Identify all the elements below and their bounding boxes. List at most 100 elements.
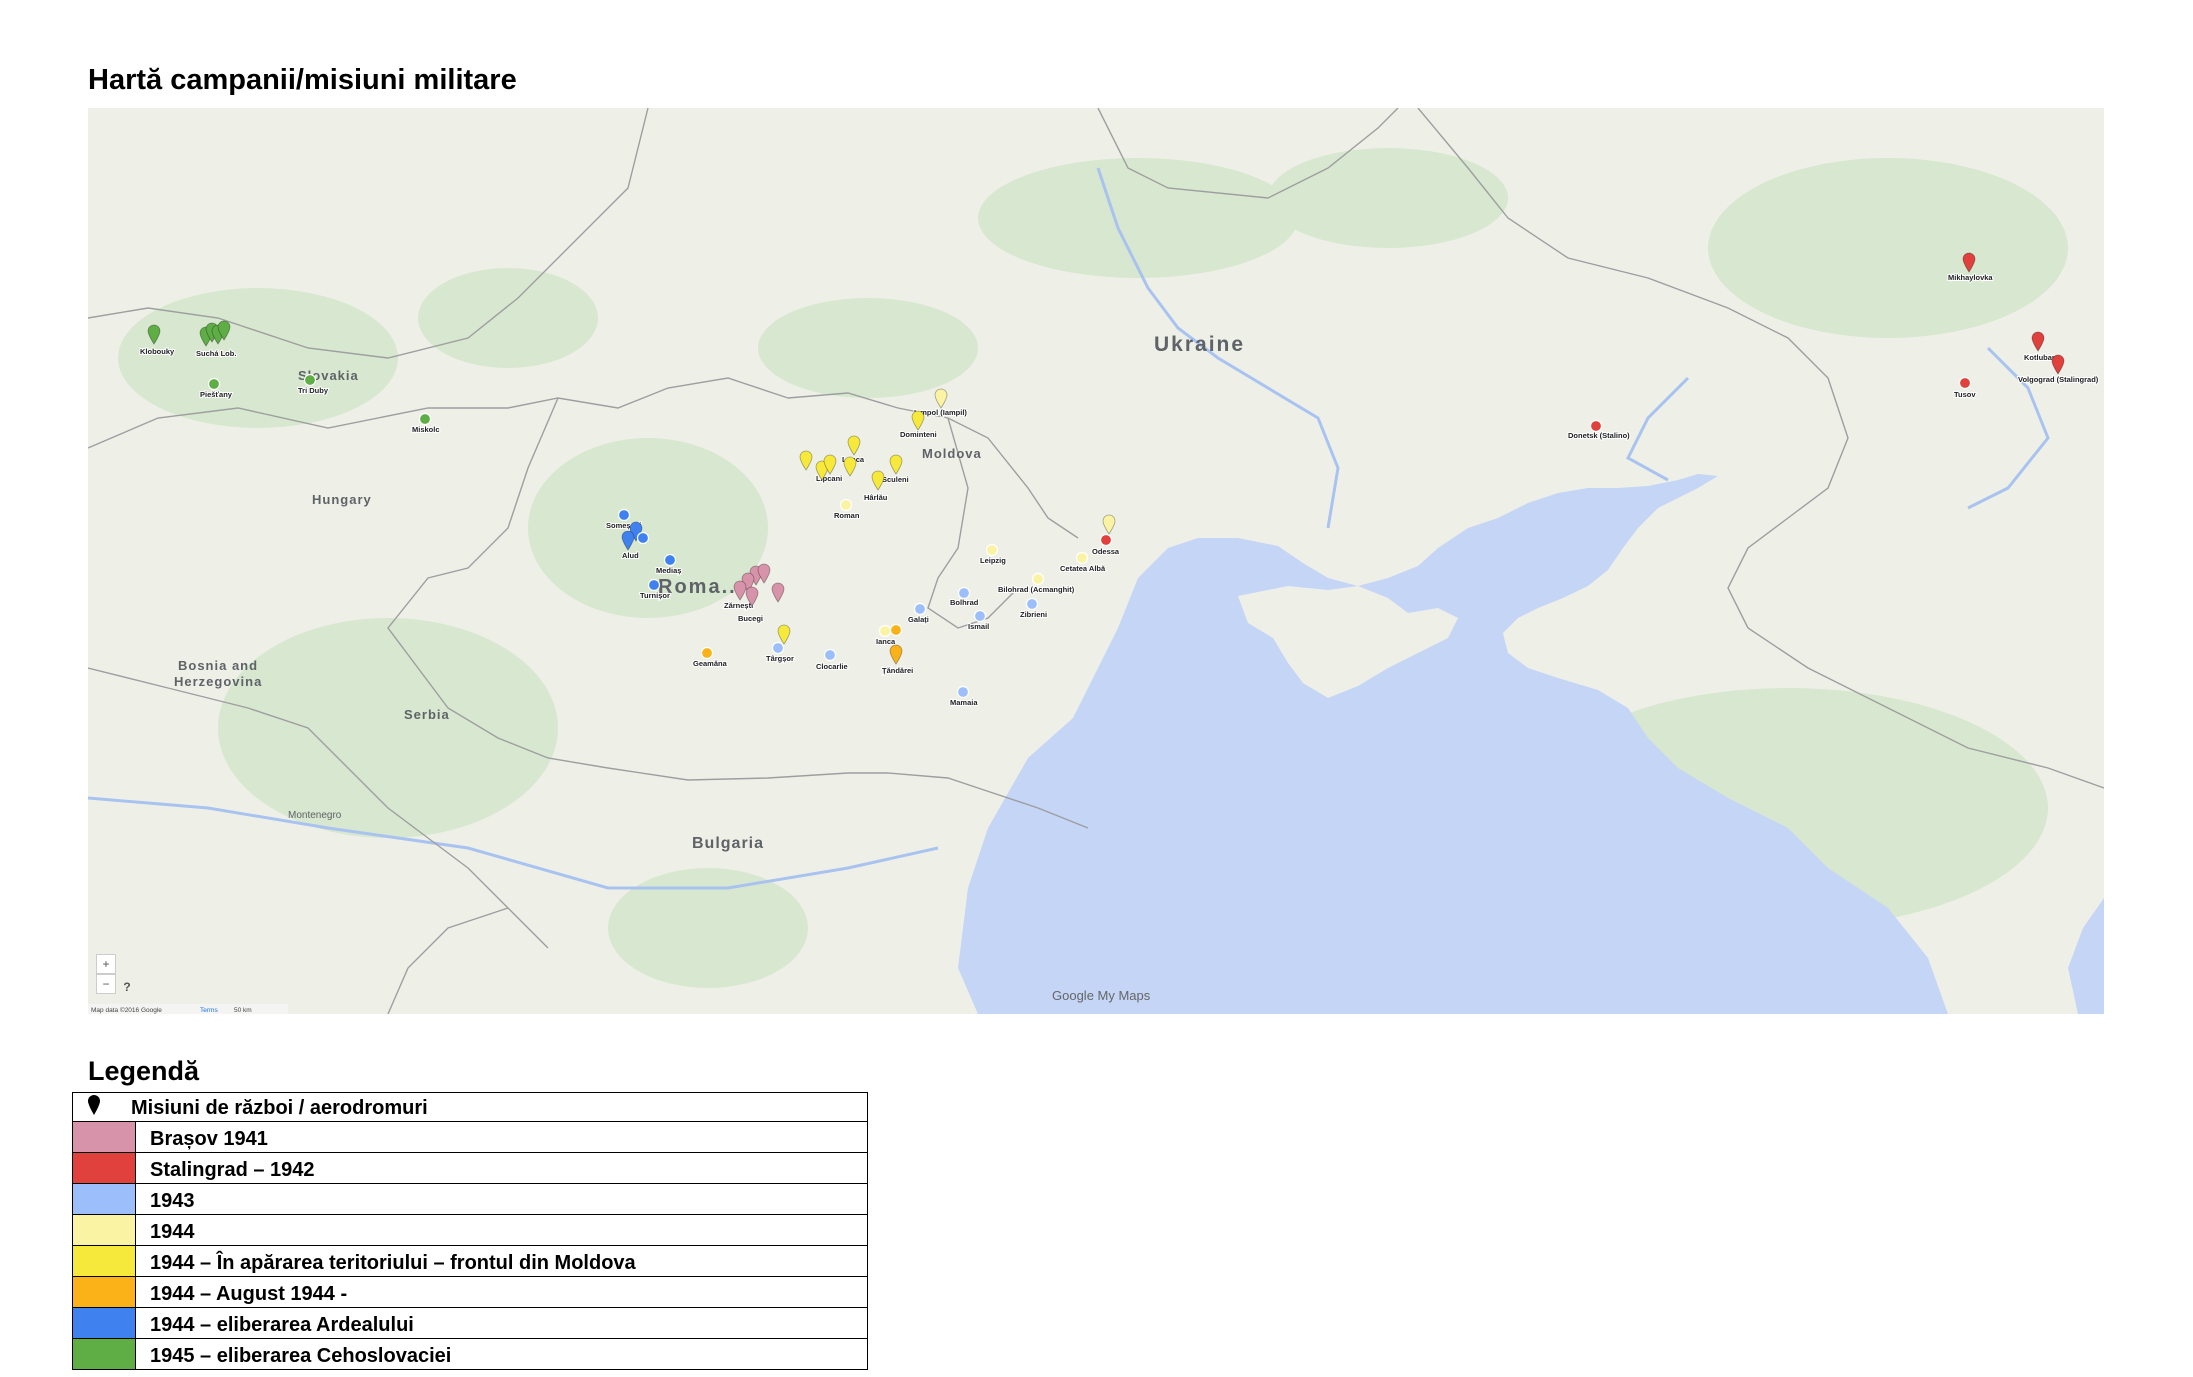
map-dot-marker[interactable] xyxy=(418,412,432,426)
legend-swatch xyxy=(72,1307,136,1339)
label-bosnia-1: Bosnia and xyxy=(178,658,258,673)
legend-swatch xyxy=(72,1276,136,1308)
google-my-maps-logo: Google My Maps xyxy=(1052,988,1151,1003)
map-dot-marker[interactable] xyxy=(1589,419,1603,433)
place-label: Mikhaylovka xyxy=(1948,273,1993,282)
place-label: Roman xyxy=(834,511,860,520)
place-label: Alud xyxy=(622,551,639,560)
label-ukraine: Ukraine xyxy=(1154,333,1245,356)
label-montenegro: Montenegro xyxy=(288,810,342,821)
place-label: Bolhrad xyxy=(950,598,979,607)
legend-label: Misiuni de război / aerodromuri xyxy=(131,1097,428,1119)
legend-swatch xyxy=(72,1183,136,1215)
legend-label: 1944 – eliberarea Ardealului xyxy=(135,1307,868,1339)
legend-label: Stalingrad – 1942 xyxy=(135,1152,868,1184)
map-dot-marker[interactable] xyxy=(771,641,785,655)
place-label: Turnișor xyxy=(640,591,670,600)
map-dot-marker[interactable] xyxy=(1025,597,1039,611)
legend-row: 1944 – August 1944 - xyxy=(72,1276,868,1308)
label-hungary: Hungary xyxy=(312,492,372,507)
place-label: Piešťany xyxy=(200,390,233,399)
legend-label: 1944 – August 1944 - xyxy=(135,1276,868,1308)
map-dot-marker[interactable] xyxy=(303,373,317,387)
map-dot-marker[interactable] xyxy=(839,498,853,512)
pin-icon xyxy=(88,1095,100,1115)
legend-title: Legendă xyxy=(88,1056,200,1086)
place-label: Țăndărei xyxy=(882,666,913,675)
label-serbia: Serbia xyxy=(404,707,450,722)
legend-table: Misiuni de război / aerodromuri Brașov 19… xyxy=(72,1092,868,1370)
place-label: Klobouky xyxy=(140,347,175,356)
place-label: Galați xyxy=(908,615,929,624)
page-title: Hartă campanii/misiuni militare xyxy=(88,64,517,96)
legend-label: 1945 – eliberarea Cehoslovaciei xyxy=(135,1338,868,1370)
map-canvas[interactable]: Ukraine Moldova Hungary Slovakia Roma...… xyxy=(87,107,2105,1015)
place-label: Bucegi xyxy=(738,614,763,623)
place-label: Dominteni xyxy=(900,430,937,439)
legend-row: 1944 xyxy=(72,1214,868,1246)
map-dot-marker[interactable] xyxy=(663,553,677,567)
map-dot-marker[interactable] xyxy=(889,623,903,637)
place-label: Hârlău xyxy=(864,493,888,502)
terms-link[interactable]: Terms xyxy=(200,1007,218,1014)
place-label: Tri Duby xyxy=(298,386,329,395)
place-label: Donetsk (Stalino) xyxy=(1568,431,1630,440)
label-bosnia-2: Herzegovina xyxy=(174,674,262,689)
legend-row: 1944 – În apărarea teritoriului – frontu… xyxy=(72,1245,868,1277)
place-label: Volgograd (Stalingrad) xyxy=(2018,375,2099,384)
map-panel[interactable]: Ukraine Moldova Hungary Slovakia Roma...… xyxy=(87,107,2105,1015)
help-button[interactable]: ? xyxy=(120,980,134,994)
map-dot-marker[interactable] xyxy=(1075,551,1089,565)
map-dot-marker[interactable] xyxy=(700,646,714,660)
label-romania: Roma... xyxy=(658,576,744,598)
place-label: Tusov xyxy=(1954,390,1976,399)
place-label: Cetatea Albă xyxy=(1060,564,1106,573)
place-label: Geamăna xyxy=(693,659,728,668)
map-dot-marker[interactable] xyxy=(617,508,631,522)
legend-label: 1944 xyxy=(135,1214,868,1246)
place-label: Ismail xyxy=(968,622,989,631)
map-data-attribution: Map data ©2016 Google xyxy=(91,1006,162,1014)
legend-swatch xyxy=(72,1214,136,1246)
place-label: Leipzig xyxy=(980,556,1006,565)
map-dot-marker[interactable] xyxy=(956,685,970,699)
map-dot-marker[interactable] xyxy=(985,543,999,557)
place-label: Zibrieni xyxy=(1020,610,1047,619)
place-label: Miskolc xyxy=(412,425,440,434)
place-label: Zărnești xyxy=(724,601,753,610)
legend-label: 1944 – În apărarea teritoriului – frontu… xyxy=(135,1245,868,1277)
legend-row: Stalingrad – 1942 xyxy=(72,1152,868,1184)
place-label: Bilohrad (Acmanghit) xyxy=(998,585,1075,594)
legend-swatch xyxy=(72,1338,136,1370)
map-dot-marker[interactable] xyxy=(647,578,661,592)
place-label: Odessa xyxy=(1092,547,1120,556)
legend-row: 1945 – eliberarea Cehoslovaciei xyxy=(72,1338,868,1370)
map-dot-marker[interactable] xyxy=(957,586,971,600)
legend-row: 1944 – eliberarea Ardealului xyxy=(72,1307,868,1339)
zoom-in-button[interactable]: + xyxy=(96,954,116,974)
place-label: Clocarlie xyxy=(816,662,848,671)
legend-row: 1943 xyxy=(72,1183,868,1215)
legend-swatch xyxy=(72,1152,136,1184)
legend-header-cell: Misiuni de război / aerodromuri xyxy=(72,1092,868,1122)
map-dot-marker[interactable] xyxy=(878,624,892,638)
map-dot-marker[interactable] xyxy=(973,609,987,623)
zoom-out-button[interactable]: − xyxy=(96,974,116,994)
place-label: Ianca xyxy=(876,637,896,646)
scale-label: 50 km xyxy=(234,1007,252,1014)
map-dot-marker[interactable] xyxy=(1099,533,1113,547)
map-dot-marker[interactable] xyxy=(1958,376,1972,390)
map-dot-marker[interactable] xyxy=(823,648,837,662)
map-dot-marker[interactable] xyxy=(207,377,221,391)
place-label: Suchá Lob. xyxy=(196,349,236,358)
label-moldova: Moldova xyxy=(922,446,982,461)
legend-row: Brașov 1941 xyxy=(72,1121,868,1153)
map-dot-marker[interactable] xyxy=(1031,572,1045,586)
map-dot-marker[interactable] xyxy=(913,602,927,616)
place-label: Târgșor xyxy=(766,654,794,663)
legend-label: Brașov 1941 xyxy=(135,1121,868,1153)
legend-row: Misiuni de război / aerodromuri xyxy=(72,1092,868,1122)
legend-label: 1943 xyxy=(135,1183,868,1215)
map-dot-marker[interactable] xyxy=(636,531,650,545)
legend-swatch xyxy=(72,1121,136,1153)
